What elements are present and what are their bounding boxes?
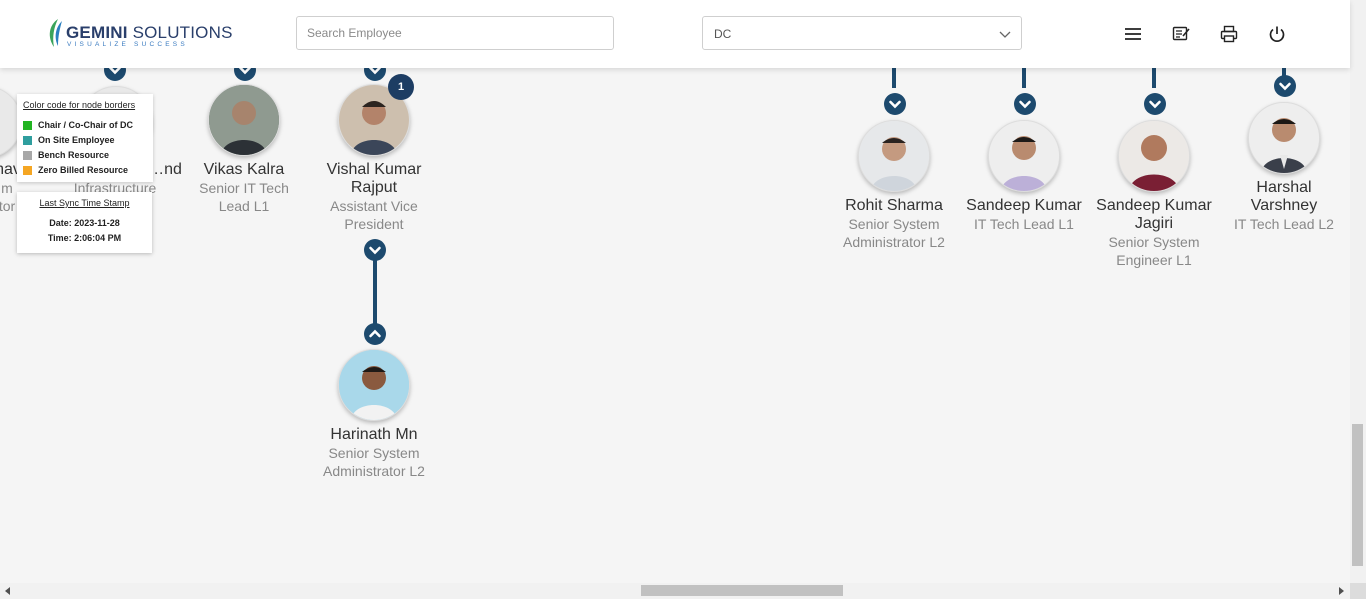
chevron-down-icon [1279, 82, 1291, 91]
collapse-toggle[interactable] [1014, 93, 1036, 115]
sync-time: Time: 2:06:04 PM [47, 233, 122, 243]
person-photo-icon [859, 121, 929, 191]
employee-designation: Engineer L1 [1116, 252, 1192, 268]
employee-name: Sandeep Kumar [1096, 197, 1212, 214]
expand-toggle[interactable] [364, 323, 386, 345]
chevron-down-icon [1149, 100, 1161, 109]
subordinate-count-badge: 1 [388, 74, 414, 100]
legend-label: On Site Employee [38, 135, 115, 145]
person-photo-icon [1119, 121, 1189, 191]
employee-avatar[interactable] [858, 120, 930, 192]
employee-node[interactable]: Vikas Kalra Senior IT Tech Lead L1 [174, 161, 314, 215]
scroll-left-icon[interactable] [4, 587, 12, 595]
legend-swatch [23, 121, 32, 130]
sync-title: Last Sync Time Stamp [39, 198, 130, 208]
collapse-toggle[interactable] [234, 68, 256, 81]
legend-swatch [23, 151, 32, 160]
print-icon[interactable] [1219, 24, 1239, 44]
notes-icon[interactable] [1171, 24, 1191, 44]
connector-line [1152, 68, 1156, 88]
employee-node[interactable]: Vishal Kumar Rajput Assistant Vice Presi… [304, 161, 444, 233]
legend-swatch [23, 136, 32, 145]
person-photo-icon [989, 121, 1059, 191]
chevron-down-icon [369, 68, 381, 75]
employee-designation: Administrator L2 [323, 463, 425, 479]
employee-designation: IT Tech Lead L2 [1234, 216, 1334, 232]
legend-label: Chair / Co-Chair of DC [38, 120, 134, 130]
employee-node[interactable]: Sandeep Kumar Jagiri Senior System Engin… [1084, 197, 1224, 269]
employee-name: Rajput [350, 179, 398, 196]
employee-avatar[interactable] [1118, 120, 1190, 192]
chevron-down-icon [1019, 100, 1031, 109]
employee-avatar[interactable] [208, 84, 280, 156]
person-photo-icon [209, 85, 279, 155]
logo-brand-text: GEMINI SOLUTIONS [66, 23, 233, 42]
scrollbar-corner [1350, 583, 1366, 599]
employee-designation: IT Tech Lead L1 [974, 216, 1074, 232]
org-chart-canvas[interactable]: …hav …m …tor …nd Infrastructure Vikas Ka… [0, 68, 1350, 583]
employee-designation: President [344, 216, 404, 232]
employee-node[interactable]: Sandeep Kumar IT Tech Lead L1 [954, 197, 1094, 233]
collapse-toggle[interactable] [1274, 75, 1296, 97]
collapse-toggle[interactable] [884, 93, 906, 115]
employee-designation: Senior System [1108, 234, 1200, 250]
chevron-down-icon [889, 100, 901, 109]
color-code-legend: Color code for node borders Chair / Co-C… [17, 94, 153, 182]
collapse-toggle[interactable] [1144, 93, 1166, 115]
employee-designation: Senior System [328, 445, 420, 461]
horizontal-scrollbar-thumb[interactable] [641, 585, 843, 596]
department-select-value: DC [714, 27, 732, 41]
employee-node[interactable]: Harinath Mn Senior System Administrator … [304, 426, 444, 480]
last-sync-panel: Last Sync Time Stamp Date: 2023-11-28 Ti… [17, 192, 152, 253]
employee-avatar[interactable] [1248, 102, 1320, 174]
vertical-scrollbar-thumb[interactable] [1352, 424, 1363, 566]
connector-line [892, 68, 896, 88]
legend-swatch [23, 166, 32, 175]
search-employee-input[interactable] [296, 16, 614, 50]
employee-name: Rohit Sharma [845, 197, 943, 214]
chevron-down-icon [369, 246, 381, 255]
employee-name: Varshney [1250, 197, 1318, 214]
employee-designation: Senior System [848, 216, 940, 232]
employee-designation: Lead L1 [218, 198, 270, 214]
employee-node[interactable]: Rohit Sharma Senior System Administrator… [824, 197, 964, 251]
company-logo[interactable]: GEMINI SOLUTIONS VISUALIZE SUCCESS [46, 17, 232, 51]
gemini-leaf-logo-icon [49, 19, 62, 47]
employee-avatar[interactable] [338, 349, 410, 421]
employee-name: Vikas Kalra [203, 161, 285, 178]
legend-label: Bench Resource [38, 150, 110, 160]
chevron-down-icon [109, 68, 121, 75]
connector-line [1022, 68, 1026, 88]
collapse-toggle[interactable] [104, 68, 126, 81]
collapse-toggle[interactable] [364, 239, 386, 261]
chevron-down-icon [239, 68, 251, 75]
top-header: GEMINI SOLUTIONS VISUALIZE SUCCESS DC [0, 0, 1350, 68]
collapse-toggle[interactable] [364, 68, 386, 81]
employee-name: Harinath Mn [330, 426, 418, 443]
employee-designation: Assistant Vice [330, 198, 418, 214]
employee-designation: Senior IT Tech [199, 180, 289, 196]
person-photo-icon [339, 350, 409, 420]
chevron-up-icon [369, 329, 381, 338]
sync-date: Date: 2023-11-28 [49, 218, 120, 228]
employee-name: Vishal Kumar [326, 161, 422, 178]
legend-label: Zero Billed Resource [38, 165, 129, 175]
scroll-right-icon[interactable] [1337, 587, 1345, 595]
logo-tagline: VISUALIZE SUCCESS [67, 41, 188, 48]
employee-designation: Administrator L2 [843, 234, 945, 250]
employee-name: Sandeep Kumar [966, 197, 1082, 214]
employee-node[interactable]: Harshal Varshney IT Tech Lead L2 [1214, 179, 1350, 233]
employee-name: Harshal [1256, 179, 1312, 196]
employee-name: Jagiri [1134, 215, 1174, 232]
connector-line [373, 259, 377, 325]
legend-title: Color code for node borders [23, 100, 136, 110]
power-icon[interactable] [1267, 24, 1287, 44]
menu-icon[interactable] [1123, 24, 1143, 44]
employee-avatar[interactable] [988, 120, 1060, 192]
department-select[interactable]: DC [702, 16, 1022, 50]
person-photo-icon [1249, 103, 1319, 173]
chevron-down-icon [999, 31, 1011, 38]
